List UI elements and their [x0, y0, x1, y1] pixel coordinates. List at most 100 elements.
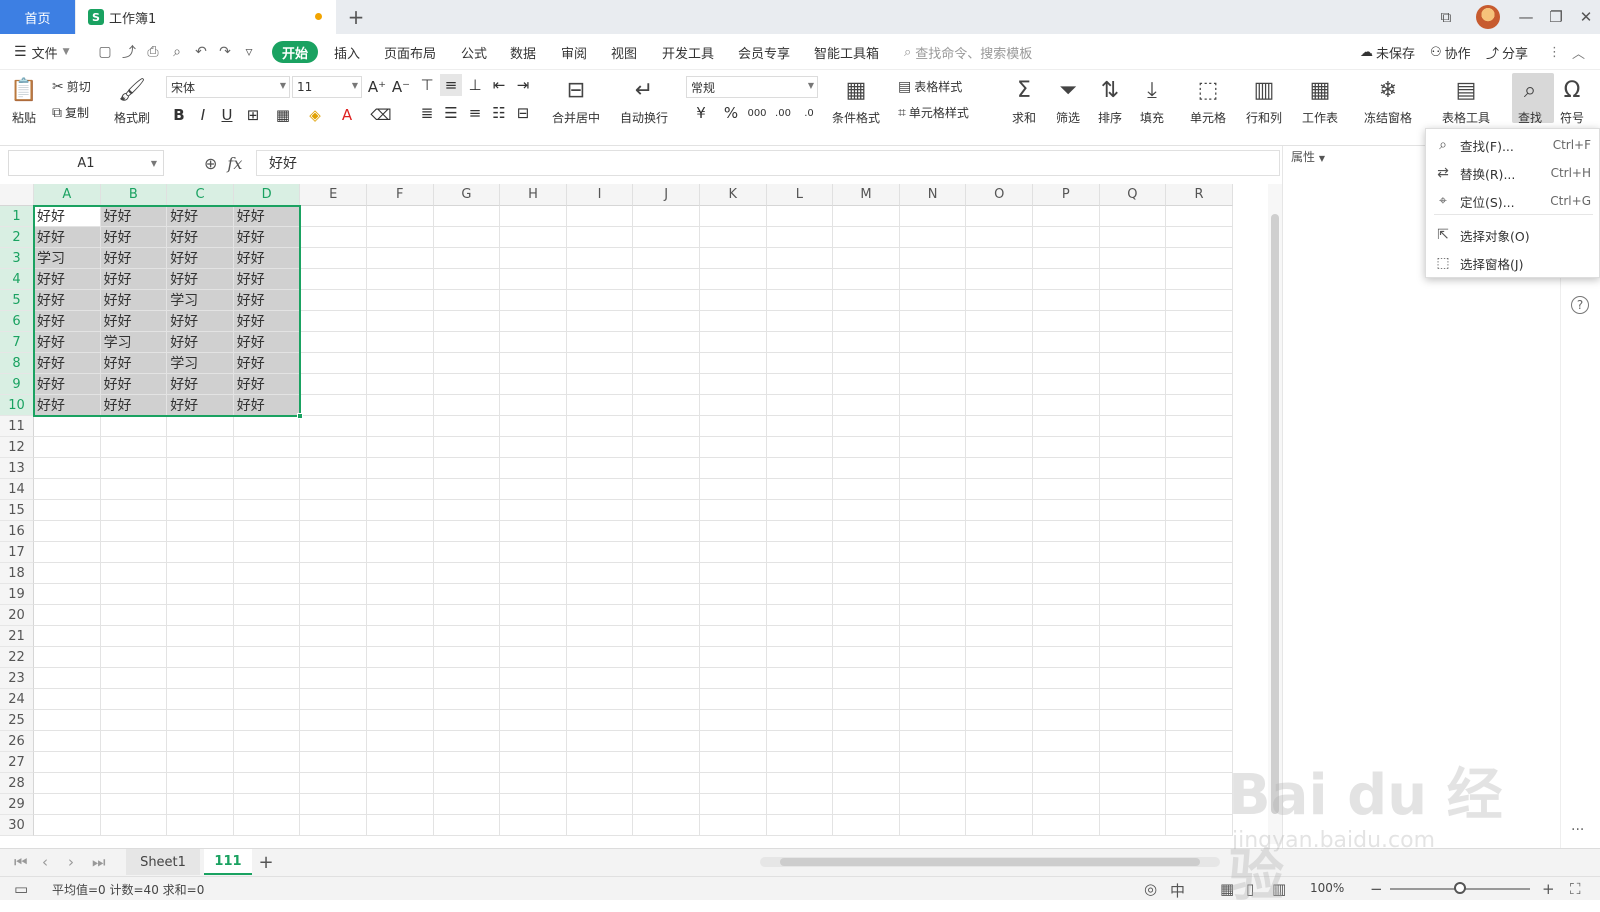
cell-P14[interactable] [1033, 479, 1100, 500]
cell-H16[interactable] [500, 521, 567, 542]
cell-G30[interactable] [433, 815, 501, 836]
cell-P9[interactable] [1033, 374, 1100, 395]
cell-F5[interactable] [367, 290, 434, 311]
row-header-7[interactable]: 7 [0, 332, 34, 353]
cell-I5[interactable] [566, 290, 634, 311]
cell-A5[interactable]: 好好 [34, 290, 101, 311]
conditional-format-button[interactable]: ▦ 条件格式 [832, 76, 880, 126]
add-sheet-button[interactable]: + [254, 849, 278, 875]
fill-button[interactable]: ⤓ 填充 [1138, 76, 1166, 126]
row-header-28[interactable]: 28 [0, 773, 34, 794]
cell-L25[interactable] [766, 710, 834, 731]
cell-K21[interactable] [700, 626, 767, 647]
tab-review[interactable]: 审阅 [561, 41, 587, 63]
cell-A7[interactable]: 好好 [34, 332, 101, 353]
cell-P10[interactable] [1033, 395, 1100, 416]
cell-A20[interactable] [34, 605, 101, 626]
cell-N8[interactable] [899, 353, 967, 374]
cell-I14[interactable] [566, 479, 634, 500]
cell-C22[interactable] [167, 647, 234, 668]
cell-A29[interactable] [34, 794, 101, 815]
cell-B3[interactable]: 好好 [100, 248, 168, 269]
cell-M30[interactable] [833, 815, 900, 836]
row-header-21[interactable]: 21 [0, 626, 34, 647]
page-view-icon[interactable]: ▯ [1246, 880, 1254, 898]
cell-M26[interactable] [833, 731, 900, 752]
cell-Q1[interactable] [1099, 206, 1167, 227]
cell-Q22[interactable] [1099, 647, 1167, 668]
cell-A27[interactable] [34, 752, 101, 773]
freeze-button[interactable]: ❄ 冻结窗格 [1364, 76, 1412, 126]
cell-D15[interactable] [233, 500, 301, 521]
cell-M17[interactable] [833, 542, 900, 563]
cell-F10[interactable] [367, 395, 434, 416]
column-header-J[interactable]: J [633, 184, 700, 206]
cell-G4[interactable] [433, 269, 501, 290]
cell-E12[interactable] [300, 437, 367, 458]
cell-G15[interactable] [433, 500, 501, 521]
cell-O12[interactable] [966, 437, 1033, 458]
tab-view[interactable]: 视图 [611, 41, 637, 63]
cell-F4[interactable] [367, 269, 434, 290]
cell-D19[interactable] [233, 584, 301, 605]
cell-F19[interactable] [367, 584, 434, 605]
cell-J2[interactable] [633, 227, 700, 248]
share-button[interactable]: ⤴ 分享 [1486, 41, 1528, 63]
cell-F13[interactable] [367, 458, 434, 479]
zoom-in-icon[interactable]: + [1542, 880, 1555, 898]
indent-icon[interactable]: ⇥ [512, 74, 534, 96]
symbol-button[interactable]: Ω 符号 [1558, 76, 1586, 126]
cell-H19[interactable] [500, 584, 567, 605]
input-method-icon[interactable]: 中 [1170, 880, 1185, 901]
cell-D22[interactable] [233, 647, 301, 668]
cell-R4[interactable] [1166, 269, 1233, 290]
cell-H10[interactable] [500, 395, 567, 416]
cell-P29[interactable] [1033, 794, 1100, 815]
cell-I18[interactable] [566, 563, 634, 584]
cell-I2[interactable] [566, 227, 634, 248]
column-header-Q[interactable]: Q [1099, 184, 1167, 206]
fill-color-icon[interactable]: ◈ [304, 104, 326, 126]
cell-K9[interactable] [700, 374, 767, 395]
cell-P20[interactable] [1033, 605, 1100, 626]
menu-item-find[interactable]: ⌕ 查找(F)... Ctrl+F [1426, 131, 1600, 159]
redo-icon[interactable]: ↷ [216, 43, 234, 61]
cell-R8[interactable] [1166, 353, 1233, 374]
cell-Q28[interactable] [1099, 773, 1167, 794]
page-break-view-icon[interactable]: ▥ [1272, 880, 1286, 898]
row-header-16[interactable]: 16 [0, 521, 34, 542]
cell-O29[interactable] [966, 794, 1033, 815]
cell-H20[interactable] [500, 605, 567, 626]
cell-H17[interactable] [500, 542, 567, 563]
cell-G26[interactable] [433, 731, 501, 752]
cell-K22[interactable] [700, 647, 767, 668]
cell-G12[interactable] [433, 437, 501, 458]
cell-Q3[interactable] [1099, 248, 1167, 269]
cell-C5[interactable]: 学习 [167, 290, 234, 311]
cell-O16[interactable] [966, 521, 1033, 542]
cell-Q23[interactable] [1099, 668, 1167, 689]
cell-R28[interactable] [1166, 773, 1233, 794]
cell-K27[interactable] [700, 752, 767, 773]
column-header-B[interactable]: B [100, 184, 168, 206]
cell-D18[interactable] [233, 563, 301, 584]
cell-P17[interactable] [1033, 542, 1100, 563]
cell-G6[interactable] [433, 311, 501, 332]
cell-K24[interactable] [700, 689, 767, 710]
cell-G14[interactable] [433, 479, 501, 500]
cell-I26[interactable] [566, 731, 634, 752]
cell-P28[interactable] [1033, 773, 1100, 794]
cell-B24[interactable] [100, 689, 168, 710]
cell-J7[interactable] [633, 332, 700, 353]
cell-Q5[interactable] [1099, 290, 1167, 311]
cell-M25[interactable] [833, 710, 900, 731]
cell-K26[interactable] [700, 731, 767, 752]
align-left-icon[interactable]: ≣ [416, 102, 438, 124]
menu-item-locate[interactable]: ⌖ 定位(S)... Ctrl+G [1426, 187, 1600, 215]
fill-handle[interactable] [297, 413, 304, 419]
cell-L30[interactable] [766, 815, 834, 836]
cell-B21[interactable] [100, 626, 168, 647]
column-header-H[interactable]: H [500, 184, 567, 206]
row-header-12[interactable]: 12 [0, 437, 34, 458]
row-header-9[interactable]: 9 [0, 374, 34, 395]
